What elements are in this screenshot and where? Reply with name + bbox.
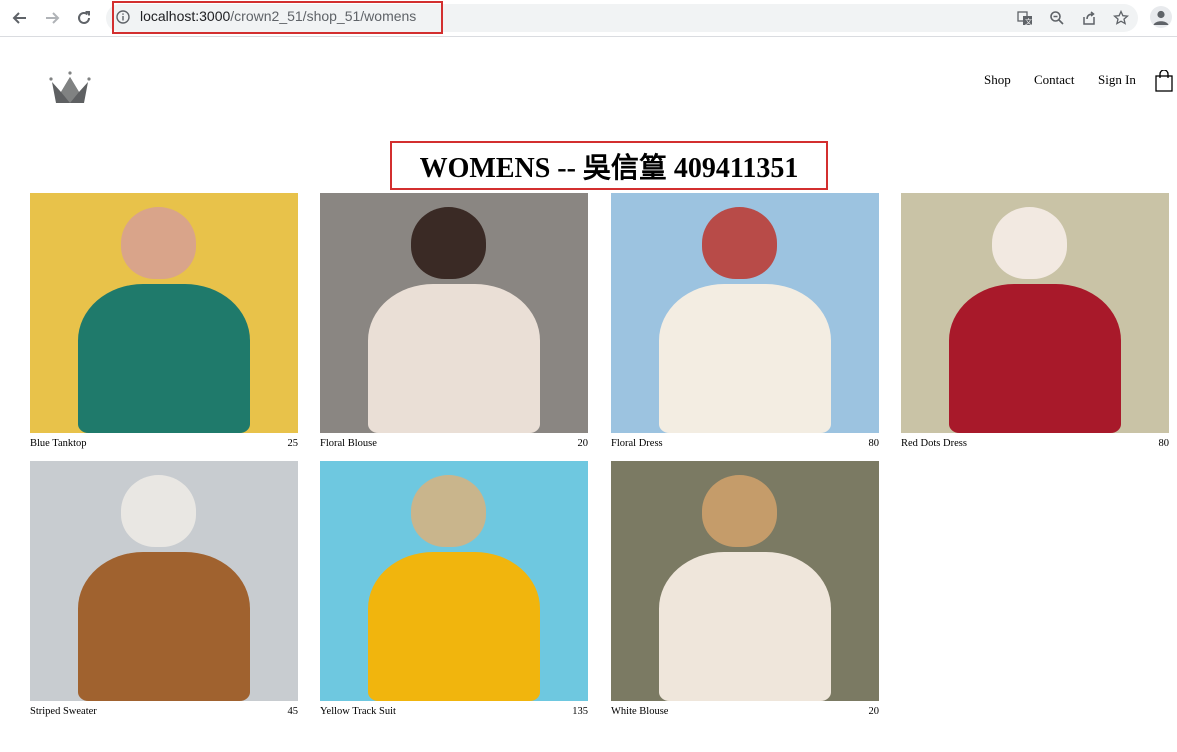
shopping-bag-icon[interactable] — [1155, 69, 1173, 97]
item-name: Red Dots Dress — [901, 437, 967, 449]
item-name: Striped Sweater — [30, 705, 97, 717]
item-price: 25 — [287, 437, 299, 449]
svg-text:文: 文 — [1025, 17, 1032, 26]
figure-skin — [702, 207, 778, 280]
collection-item-floral-dress[interactable]: Floral Dress 80 — [611, 193, 879, 451]
nav-shop[interactable]: Shop — [984, 72, 1011, 88]
title-highlight-box: WOMENS -- 吳信篁 409411351 — [390, 141, 828, 190]
zoom-icon[interactable] — [1047, 8, 1067, 28]
info-icon[interactable] — [116, 10, 130, 29]
figure-skin — [702, 475, 778, 548]
figure-garment — [78, 552, 250, 701]
share-icon[interactable] — [1079, 8, 1099, 28]
bookmark-star-icon[interactable] — [1111, 8, 1131, 28]
figure-skin — [992, 207, 1068, 280]
url-host: localhost:3000 — [140, 8, 231, 24]
item-price: 45 — [287, 705, 299, 717]
figure-garment — [659, 552, 831, 701]
product-image[interactable] — [320, 461, 588, 701]
item-name: Yellow Track Suit — [320, 705, 396, 717]
item-price: 20 — [868, 705, 880, 717]
collection-item-blue-tanktop[interactable]: Blue Tanktop 25 — [30, 193, 298, 451]
figure-garment — [368, 552, 540, 701]
reload-icon[interactable] — [72, 6, 96, 30]
product-image[interactable] — [30, 193, 298, 433]
item-name: White Blouse — [611, 705, 669, 717]
product-image[interactable] — [901, 193, 1169, 433]
product-image[interactable] — [30, 461, 298, 701]
page-title: WOMENS -- 吳信篁 409411351 — [419, 152, 799, 184]
profile-icon[interactable] — [1150, 6, 1172, 28]
item-name: Blue Tanktop — [30, 437, 87, 449]
crown-logo-icon[interactable] — [48, 70, 92, 109]
item-name: Floral Dress — [611, 437, 663, 449]
collection-item-floral-blouse[interactable]: Floral Blouse 20 — [320, 193, 588, 451]
collection-item-striped-sweater[interactable]: Striped Sweater 45 — [30, 461, 298, 719]
collection-item-red-dots-dress[interactable]: Red Dots Dress 80 — [901, 193, 1169, 451]
translate-icon[interactable]: 文 — [1015, 8, 1035, 28]
nav-contact[interactable]: Contact — [1034, 72, 1074, 88]
figure-garment — [78, 284, 250, 433]
back-icon[interactable] — [8, 6, 32, 30]
collection-item-white-blouse[interactable]: White Blouse 20 — [611, 461, 879, 719]
figure-skin — [121, 207, 197, 280]
figure-skin — [121, 475, 197, 548]
figure-garment — [659, 284, 831, 433]
product-image[interactable] — [611, 193, 879, 433]
url-text[interactable]: localhost:3000/crown2_51/shop_51/womens — [140, 8, 416, 24]
browser-toolbar: localhost:3000/crown2_51/shop_51/womens … — [0, 0, 1177, 37]
item-price: 80 — [1158, 437, 1170, 449]
item-price: 135 — [572, 705, 588, 717]
item-name: Floral Blouse — [320, 437, 377, 449]
figure-skin — [411, 207, 487, 280]
figure-garment — [368, 284, 540, 433]
url-path: /crown2_51/shop_51/womens — [230, 8, 417, 24]
nav-sign-in[interactable]: Sign In — [1098, 72, 1136, 88]
item-price: 20 — [577, 437, 589, 449]
figure-skin — [411, 475, 487, 548]
item-price: 80 — [868, 437, 880, 449]
product-image[interactable] — [611, 461, 879, 701]
figure-garment — [949, 284, 1121, 433]
forward-icon[interactable] — [40, 6, 64, 30]
collection-item-yellow-track-suit[interactable]: Yellow Track Suit 135 — [320, 461, 588, 719]
product-image[interactable] — [320, 193, 588, 433]
